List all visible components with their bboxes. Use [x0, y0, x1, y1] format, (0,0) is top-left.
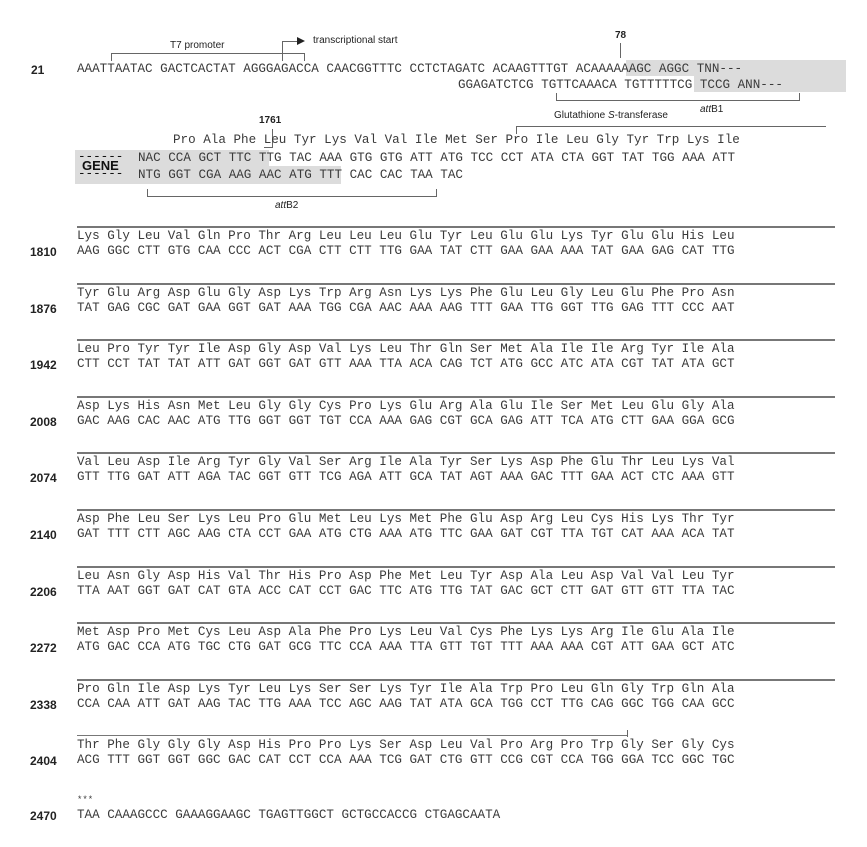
transcription-start-arrow-icon: [297, 37, 305, 45]
codon-row-amino-acids: Leu Pro Tyr Tyr Ile Asp Gly Asp Val Lys …: [77, 342, 735, 356]
codon-row-nucleotides: GTT TTG GAT ATT AGA TAC GGT GTT TCG AGA …: [77, 470, 735, 484]
attb2-bracket-left: [147, 189, 148, 197]
codon-row-position: 2272: [30, 641, 57, 655]
codon-row-amino-acids: Pro Gln Ile Asp Lys Tyr Leu Lys Ser Ser …: [77, 682, 735, 696]
codon-row-amino-acids: Val Leu Asp Ile Arg Tyr Gly Val Ser Arg …: [77, 455, 735, 469]
codon-row-amino-acids: Leu Asn Gly Asp His Val Thr His Pro Asp …: [77, 569, 735, 583]
header-bottom-strand: GGAGATCTCG TGTTCAAACA TGTTTTTCG TCCG ANN…: [458, 78, 783, 92]
attb1-label: attB1: [700, 104, 723, 115]
codon-row-position: 2404: [30, 754, 57, 768]
gst-label: Glutathione S-transferase: [554, 110, 668, 121]
row-divider: [77, 735, 628, 736]
codon-row-position: 2140: [30, 528, 57, 542]
gene-block-bottom-strand: NTG GGT CGA AAG AAC ATG TTT CAC CAC TAA …: [138, 168, 463, 182]
attb2-suffix: B2: [286, 200, 299, 211]
codon-row-nucleotides: GAT TTT CTT AGC AAG CTA CCT GAA ATG CTG …: [77, 527, 735, 541]
codon-row-position: 1810: [30, 245, 57, 259]
codon-row-nucleotides: TTA AAT GGT GAT CAT GTA ACC CAT CCT GAC …: [77, 584, 735, 598]
codon-row-nucleotides: AAG GGC CTT GTG CAA CCC ACT CGA CTT CTT …: [77, 244, 735, 258]
gst-bracket-left: [556, 93, 557, 101]
codon-row-position: 1876: [30, 302, 57, 316]
attb2-label: attB2: [275, 200, 298, 211]
gst-label-italic: S: [607, 110, 615, 121]
gst-bracket-line: [556, 100, 800, 101]
codon-row-nucleotides: TAT GAG CGC GAT GAA GGT GAT AAA TGG CGA …: [77, 301, 735, 315]
codon-row-nucleotides: CCA CAA ATT GAT AAG TAC TTG AAA TCC AGC …: [77, 697, 735, 711]
gst-label-prefix: Glutathione: [554, 110, 608, 121]
stop-codon-marker: ***: [77, 795, 94, 805]
transcription-start-stem: [282, 41, 283, 61]
row-divider: [77, 622, 835, 624]
codon-row-nucleotides: GAC AAG CAC AAC ATG TTG GGT GGT TGT CCA …: [77, 414, 735, 428]
row-divider: [77, 283, 835, 285]
codon-row-amino-acids: Asp Lys His Asn Met Leu Gly Gly Cys Pro …: [77, 399, 735, 413]
position-1761-label: 1761: [259, 115, 282, 126]
attb2-italic: att: [275, 200, 287, 211]
position-21-label: 21: [31, 63, 45, 77]
gst-end-bracket-tick: [627, 730, 628, 737]
position-1761-hook: [264, 147, 273, 148]
row-divider: [77, 452, 835, 454]
codon-row-amino-acids: Tyr Glu Arg Asp Glu Gly Asp Lys Trp Arg …: [77, 286, 735, 300]
codon-row-amino-acids: Asp Phe Leu Ser Lys Leu Pro Glu Met Leu …: [77, 512, 735, 526]
position-2470-label: 2470: [30, 809, 57, 823]
row-divider: [77, 396, 835, 398]
codon-row-position: 2008: [30, 415, 57, 429]
codon-row-nucleotides: ATG GAC CCA ATG TGC CTG GAT GCG TTC CCA …: [77, 640, 735, 654]
codon-row-nucleotides: CTT CCT TAT TAT ATT GAT GGT GAT GTT AAA …: [77, 357, 735, 371]
row-divider: [77, 679, 835, 681]
header-top-strand: AAATTAATAC GACTCACTAT AGGGAGACCA CAACGGT…: [77, 62, 743, 76]
gst-label-suffix: -transferase: [614, 110, 668, 121]
row-divider: [77, 509, 835, 511]
codon-row-amino-acids: Lys Gly Leu Val Gln Pro Thr Arg Leu Leu …: [77, 229, 735, 243]
codon-row-position: 2338: [30, 698, 57, 712]
row-divider: [77, 566, 835, 568]
t7-promoter-bracket-line: [111, 53, 305, 54]
transcription-start-arrow-line: [282, 41, 298, 42]
final-row-strand: TAA CAAAGCCC GAAAGGAAGC TGAGTTGGCT GCTGC…: [77, 808, 501, 822]
gene-block-amino-acids: Pro Ala Phe Leu Tyr Lys Val Val Ile Met …: [173, 133, 740, 147]
attb2-bracket-right: [436, 189, 437, 197]
row-divider: [77, 226, 835, 228]
position-78-tick: [620, 43, 621, 58]
gst-bracket-right: [799, 93, 800, 101]
attb1-italic: att: [700, 104, 712, 115]
attb2-bracket-line: [147, 196, 437, 197]
row-divider: [77, 339, 835, 341]
gst-region-bracket-line: [516, 126, 826, 127]
codon-row-nucleotides: ACG TTT GGT GGT GGC GAC CAT CCT CCA AAA …: [77, 753, 735, 767]
transcriptional-start-label: transcriptional start: [313, 35, 398, 46]
gene-dash-bottom: ------: [78, 167, 124, 181]
t7-promoter-label: T7 promoter: [170, 40, 225, 51]
gene-block-top-strand: NAC CCA GCT TTC TTG TAC AAA GTG GTG ATT …: [138, 151, 736, 165]
position-78-label: 78: [615, 30, 627, 41]
codon-row-position: 1942: [30, 358, 57, 372]
codon-row-amino-acids: Thr Phe Gly Gly Gly Asp His Pro Pro Lys …: [77, 738, 735, 752]
t7-promoter-bracket-left: [111, 53, 112, 61]
codon-row-position: 2074: [30, 471, 57, 485]
codon-row-amino-acids: Met Asp Pro Met Cys Leu Asp Ala Phe Pro …: [77, 625, 735, 639]
t7-promoter-bracket-right: [304, 53, 305, 61]
codon-row-position: 2206: [30, 585, 57, 599]
attb1-suffix: B1: [711, 104, 724, 115]
